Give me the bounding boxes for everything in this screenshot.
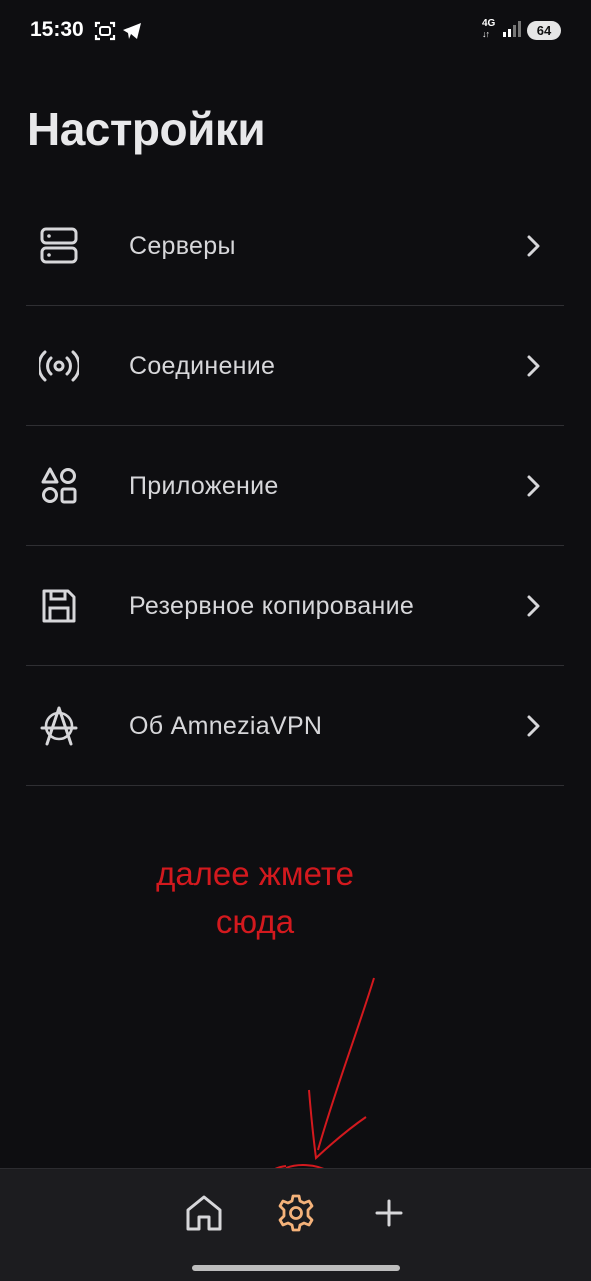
page-title: Настройки: [27, 103, 266, 155]
connection-icon: [39, 350, 79, 382]
status-bar: 15:30 4G ↓↑ 64: [0, 0, 591, 62]
network-type: 4G ↓↑: [482, 18, 496, 40]
home-icon[interactable]: [182, 1191, 226, 1235]
chevron-right-icon: [527, 595, 540, 617]
menu-item-backup[interactable]: Резервное копирование: [26, 546, 564, 666]
annotation-line-1: далее жмете: [156, 855, 354, 892]
annotation-text: далее жмете сюда: [120, 850, 390, 946]
telegram-icon: [123, 23, 141, 39]
menu-item-about[interactable]: Об AmneziaVPN: [26, 666, 564, 786]
battery-indicator: 64: [527, 21, 561, 40]
annotation-line-2: сюда: [215, 903, 295, 940]
menu-item-servers[interactable]: Серверы: [26, 186, 564, 306]
chevron-right-icon: [527, 235, 540, 257]
plus-icon[interactable]: [367, 1191, 411, 1235]
menu-item-label: Серверы: [129, 232, 236, 260]
floppy-disk-icon: [42, 589, 76, 623]
app-shapes-icon: [41, 467, 77, 504]
menu-item-label: Соединение: [129, 352, 276, 380]
status-time: 15:30: [30, 18, 84, 41]
amnezia-logo-icon: [40, 706, 78, 746]
settings-gear-icon[interactable]: [274, 1191, 318, 1235]
settings-menu: Серверы Соединение Приложение Резервное …: [26, 186, 564, 786]
menu-item-label: Об AmneziaVPN: [129, 712, 323, 740]
chevron-right-icon: [527, 715, 540, 737]
servers-icon: [40, 227, 78, 264]
chevron-right-icon: [527, 475, 540, 497]
menu-item-application[interactable]: Приложение: [26, 426, 564, 546]
menu-item-connection[interactable]: Соединение: [26, 306, 564, 426]
chevron-right-icon: [527, 355, 540, 377]
screenshot-icon: [94, 21, 116, 41]
menu-item-label: Приложение: [129, 472, 279, 500]
signal-icon: [503, 21, 521, 37]
menu-item-label: Резервное копирование: [129, 592, 415, 620]
home-indicator[interactable]: [192, 1265, 400, 1271]
